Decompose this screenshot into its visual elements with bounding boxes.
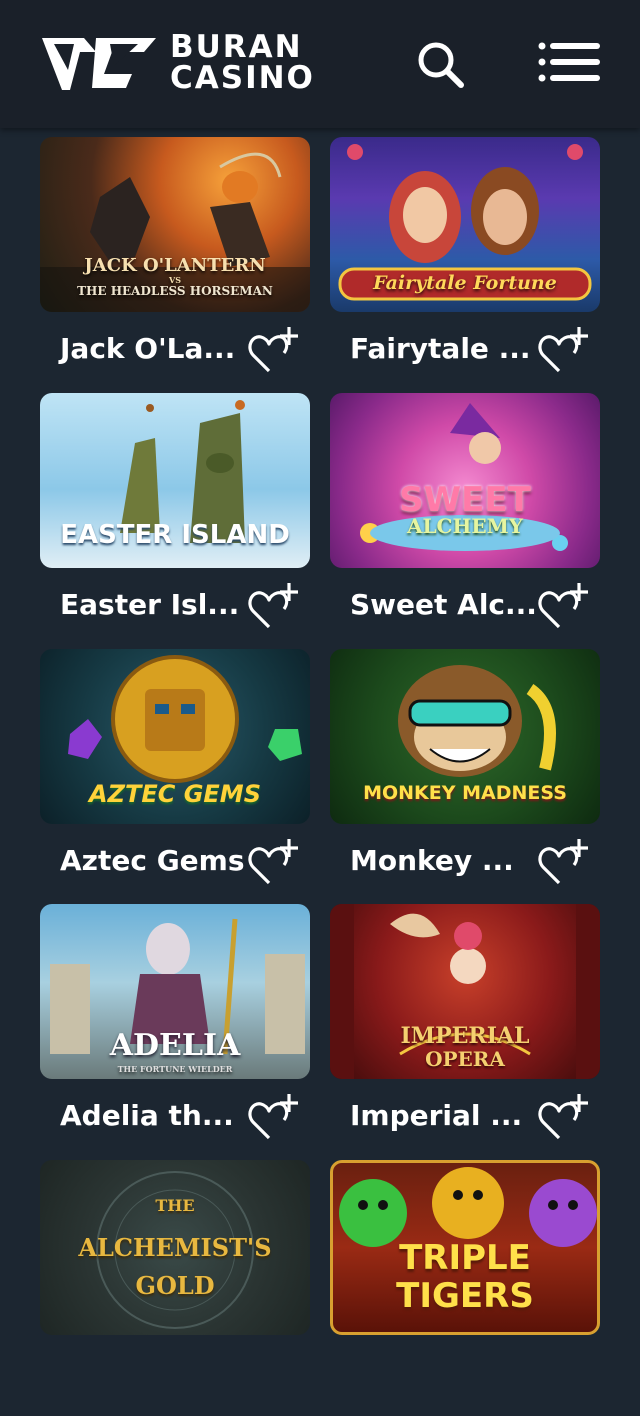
game-card: MONKEY MADNESS Monkey ... (330, 649, 600, 905)
heart-plus-icon (248, 583, 298, 629)
heart-plus-icon (538, 1094, 588, 1140)
game-art (360, 403, 568, 551)
game-thumbnail[interactable]: MONKEY MADNESS (330, 649, 600, 824)
game-card: IMPERIAL OPERA Imperial ... (330, 904, 600, 1160)
game-thumbnail[interactable]: ADELIA THE FORTUNE WIELDER (40, 904, 310, 1079)
game-thumbnail[interactable]: THE ALCHEMIST'S GOLD (40, 1160, 310, 1335)
game-art (120, 400, 245, 543)
game-art (330, 904, 600, 1079)
heart-plus-icon (538, 327, 588, 373)
add-favorite-button[interactable] (538, 583, 590, 631)
buran-casino-logo[interactable]: BURAN CASINO (40, 30, 320, 98)
game-thumbnail[interactable]: TRIPLE TIGERS (330, 1160, 600, 1335)
game-card: Fairytale Fortune Fairytale ... (330, 137, 600, 393)
add-favorite-button[interactable] (538, 327, 590, 375)
game-art (40, 152, 310, 312)
logo-wordmark: BURAN CASINO (170, 32, 315, 94)
heart-plus-icon (538, 839, 588, 885)
add-favorite-button[interactable] (248, 327, 300, 375)
logo-mark-icon (42, 38, 156, 90)
game-thumbnail[interactable]: IMPERIAL OPERA (330, 904, 600, 1079)
game-thumbnail[interactable]: SWEET ALCHEMY (330, 393, 600, 568)
heart-plus-icon (538, 583, 588, 629)
game-name[interactable]: Imperial ... (350, 1096, 530, 1136)
search-icon (418, 42, 464, 88)
game-thumbnail[interactable]: EASTER ISLAND (40, 393, 310, 568)
game-thumbnail[interactable]: AZTEC GEMS (40, 649, 310, 824)
game-thumbnail[interactable]: Fairytale Fortune (330, 137, 600, 312)
game-art (338, 144, 592, 301)
game-art (398, 665, 556, 777)
search-button[interactable] (414, 38, 468, 92)
game-thumbnail[interactable]: JACK O'LANTERN VS THE HEADLESS HORSEMAN (40, 137, 310, 312)
game-name[interactable]: Fairytale ... (350, 329, 531, 369)
game-card: JACK O'LANTERN VS THE HEADLESS HORSEMAN … (40, 137, 310, 393)
menu-button[interactable] (536, 40, 602, 88)
game-name[interactable]: Jack O'La... (60, 329, 240, 369)
add-favorite-button[interactable] (538, 1094, 590, 1142)
site-header: BURAN CASINO (0, 0, 640, 128)
add-favorite-button[interactable] (248, 839, 300, 887)
game-card: EASTER ISLAND Easter Isl... (40, 393, 310, 649)
game-art (339, 1167, 597, 1247)
game-art (50, 918, 305, 1055)
game-name[interactable]: Adelia th... (60, 1096, 240, 1136)
game-art (96, 1171, 254, 1329)
game-card: AZTEC GEMS Aztec Gems (40, 649, 310, 905)
heart-plus-icon (248, 839, 298, 885)
game-name[interactable]: Easter Isl... (60, 585, 240, 625)
logo-line-2: CASINO (170, 60, 315, 96)
game-card: ADELIA THE FORTUNE WIELDER Adelia th... (40, 904, 310, 1160)
game-name[interactable]: Aztec Gems (60, 841, 245, 881)
game-card: THE ALCHEMIST'S GOLD (40, 1160, 310, 1416)
add-favorite-button[interactable] (248, 1094, 300, 1142)
heart-plus-icon (248, 1094, 298, 1140)
hamburger-menu-icon (538, 42, 600, 82)
game-name[interactable]: Monkey ... (350, 841, 530, 881)
game-card: SWEET ALCHEMY Sweet Alc... (330, 393, 600, 649)
heart-plus-icon (248, 327, 298, 373)
add-favorite-button[interactable] (248, 583, 300, 631)
game-card: TRIPLE TIGERS (330, 1160, 600, 1416)
add-favorite-button[interactable] (538, 839, 590, 887)
game-art (68, 655, 302, 783)
logo-line-1: BURAN (170, 29, 303, 65)
game-name[interactable]: Sweet Alc... (350, 585, 537, 625)
